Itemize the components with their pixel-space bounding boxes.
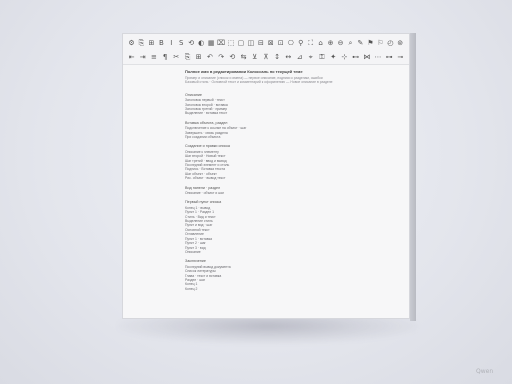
- toolbar-format-icon-0[interactable]: ⇤: [127, 53, 136, 62]
- toolbar-format-icon-19[interactable]: ⊹: [340, 53, 349, 62]
- toolbar-primary-icon-8[interactable]: ▦: [207, 39, 216, 48]
- toolbar-primary-icon-17[interactable]: ⚲: [296, 39, 305, 48]
- toolbar-format-icon-3[interactable]: ¶: [161, 53, 170, 62]
- section-heading: Первый пункт списка: [185, 200, 222, 205]
- toolbar-format-icon-20[interactable]: ⊷: [351, 53, 360, 62]
- toolbar-primary-icon-14[interactable]: ⊠: [266, 39, 275, 48]
- toolbar-format-icon-8[interactable]: ↷: [217, 53, 226, 62]
- document-page: ⚙ ⎘ ⊞ B I S ⟲ ◐ ▦ ⌧ ⬚ ▢ ◫ ⊟ ⊠ ⊡ ⎔ ⚲ ⛶ ⌂ ⊕ ⊖ ⌕ ✎ ⚑ ⚐ ◴ ⊚ ⇤ ⇥ ≡ ¶ ✂ ⎘ ⊞ ↶ ↷ ⟲ ⇆…: [122, 33, 410, 319]
- toolbar-primary-icon-24[interactable]: ⚑: [366, 39, 375, 48]
- toolbar-format-icon-18[interactable]: ✦: [329, 53, 338, 62]
- toolbar-format-icon-7[interactable]: ↶: [205, 53, 214, 62]
- toolbar-primary-icon-7[interactable]: ◐: [197, 39, 206, 48]
- toolbar-primary-icon-5[interactable]: S: [177, 39, 186, 48]
- toolbar-primary-icon-6[interactable]: ⟲: [187, 39, 196, 48]
- toolbar-format-icon-11[interactable]: ⊻: [250, 53, 259, 62]
- toolbar-primary-icon-26[interactable]: ◴: [386, 39, 395, 48]
- toolbar-primary-icon-0[interactable]: ⚙: [127, 39, 136, 48]
- section-heading: Создание и правки списка: [185, 144, 230, 149]
- toolbar-primary-icon-25[interactable]: ⚐: [376, 39, 385, 48]
- watermark-logo: Qwen: [476, 368, 494, 375]
- paragraph-line: Описание: [185, 249, 201, 254]
- section-heading: Вставка объекта, раздел: [185, 120, 228, 125]
- toolbar-format-icon-6[interactable]: ⊞: [194, 53, 203, 62]
- paragraph-line: Рис. объект · вывод текст: [185, 176, 226, 181]
- paragraph-line: При создании объекта: [185, 134, 221, 139]
- toolbar-primary-icon-22[interactable]: ⌕: [346, 39, 355, 48]
- section-heading: Описание: [185, 92, 202, 97]
- toolbar-primary-icon-1[interactable]: ⎘: [137, 39, 146, 48]
- section-heading: Заключение: [185, 259, 206, 264]
- toolbar-format-icon-22[interactable]: ⋯: [373, 53, 382, 62]
- toolbar-format-icon-21[interactable]: ⋈: [362, 53, 371, 62]
- toolbar-primary-icon-2[interactable]: ⊞: [147, 39, 156, 48]
- section-heading: Вид панели · раздел: [185, 185, 221, 190]
- toolbar-primary-icon-9[interactable]: ⌧: [217, 39, 226, 48]
- toolbar-format-icon-16[interactable]: ⌖: [306, 53, 315, 62]
- toolbar-primary-icon-12[interactable]: ◫: [246, 39, 255, 48]
- toolbar-format-icon-13[interactable]: ↕: [273, 53, 282, 62]
- toolbar-primary-icon-13[interactable]: ⊟: [256, 39, 265, 48]
- document-body: Полное имя в редактировании Колоссаль по…: [185, 70, 355, 291]
- toolbar-format-icon-23[interactable]: ⊶: [385, 53, 394, 62]
- paragraph-line: Описание · объект и шаг: [185, 191, 225, 196]
- toolbar-row-formatting: ⇤ ⇥ ≡ ¶ ✂ ⎘ ⊞ ↶ ↷ ⟲ ⇆ ⊻ ⊼ ↕ ↔ ⊿ ⌖ ⚿ ✦ ⊹ ⊷ ⋈ ⋯ ⊶ ⊸: [127, 51, 405, 63]
- toolbar-format-icon-17[interactable]: ⚿: [317, 53, 326, 62]
- toolbar-primary-icon-15[interactable]: ⊡: [276, 39, 285, 48]
- panel-edge: [410, 33, 416, 321]
- toolbar-format-icon-14[interactable]: ↔: [284, 53, 293, 62]
- toolbar-format-icon-1[interactable]: ⇥: [138, 53, 147, 62]
- editor-toolbar: ⚙ ⎘ ⊞ B I S ⟲ ◐ ▦ ⌧ ⬚ ▢ ◫ ⊟ ⊠ ⊡ ⎔ ⚲ ⛶ ⌂ ⊕ ⊖ ⌕ ✎ ⚑ ⚐ ◴ ⊚ ⇤ ⇥ ≡ ¶ ✂ ⎘ ⊞ ↶ ↷ ⟲ ⇆…: [123, 34, 409, 65]
- document-title: Полное имя в редактировании Колоссаль по…: [185, 70, 303, 74]
- toolbar-primary-icon-27[interactable]: ⊚: [396, 39, 405, 48]
- toolbar-format-icon-9[interactable]: ⟲: [228, 53, 237, 62]
- toolbar-format-icon-24[interactable]: ⊸: [396, 53, 405, 62]
- toolbar-primary-icon-19[interactable]: ⌂: [316, 39, 325, 48]
- paragraph-line: Выделение · вставка текст: [185, 111, 228, 116]
- toolbar-primary-icon-18[interactable]: ⛶: [306, 39, 315, 48]
- toolbar-primary-icon-3[interactable]: B: [157, 39, 166, 48]
- toolbar-primary-icon-20[interactable]: ⊕: [326, 39, 335, 48]
- toolbar-format-icon-10[interactable]: ⇆: [239, 53, 248, 62]
- toolbar-format-icon-5[interactable]: ⎘: [183, 53, 192, 62]
- document-sections: Описание Заголовок первый · текст Заголово…: [185, 93, 355, 291]
- toolbar-format-icon-12[interactable]: ⊼: [261, 53, 270, 62]
- toolbar-format-icon-4[interactable]: ✂: [172, 53, 181, 62]
- toolbar-primary-icon-21[interactable]: ⊖: [336, 39, 345, 48]
- toolbar-primary-icon-4[interactable]: I: [167, 39, 176, 48]
- toolbar-format-icon-2[interactable]: ≡: [149, 53, 158, 62]
- document-subtitle: Базовый стиль · Основной текст и коммент…: [185, 80, 333, 85]
- toolbar-primary-icon-23[interactable]: ✎: [356, 39, 365, 48]
- toolbar-row-primary: ⚙ ⎘ ⊞ B I S ⟲ ◐ ▦ ⌧ ⬚ ▢ ◫ ⊟ ⊠ ⊡ ⎔ ⚲ ⛶ ⌂ ⊕ ⊖ ⌕ ✎ ⚑ ⚐ ◴ ⊚: [127, 37, 405, 49]
- paragraph-line: Конец 2: [185, 286, 198, 291]
- toolbar-format-icon-15[interactable]: ⊿: [295, 53, 304, 62]
- toolbar-primary-icon-10[interactable]: ⬚: [227, 39, 236, 48]
- document-window: ⚙ ⎘ ⊞ B I S ⟲ ◐ ▦ ⌧ ⬚ ▢ ◫ ⊟ ⊠ ⊡ ⎔ ⚲ ⛶ ⌂ ⊕ ⊖ ⌕ ✎ ⚑ ⚐ ◴ ⊚ ⇤ ⇥ ≡ ¶ ✂ ⎘ ⊞ ↶ ↷ ⟲ ⇆…: [122, 33, 416, 321]
- toolbar-primary-icon-16[interactable]: ⎔: [286, 39, 295, 48]
- toolbar-primary-icon-11[interactable]: ▢: [236, 39, 245, 48]
